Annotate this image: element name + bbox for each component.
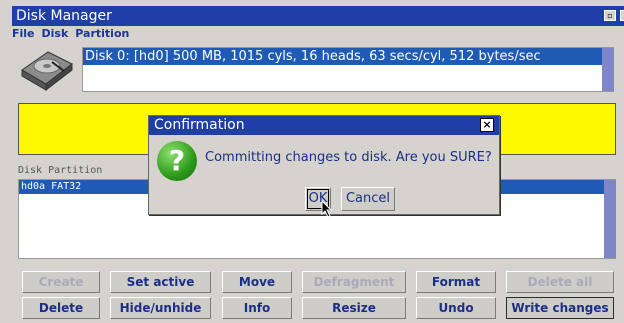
write-changes-button[interactable]: Write changes	[506, 297, 614, 319]
defragment-button[interactable]: Defragment	[302, 271, 406, 293]
question-icon: ?	[157, 141, 197, 181]
menubar: File Disk Partition	[12, 26, 136, 42]
dialog-title: Confirmation	[149, 116, 499, 135]
window-title: Disk Manager	[16, 8, 112, 24]
disk-row-selected[interactable]: Disk 0: [hd0] 500 MB, 1015 cyls, 16 head…	[83, 48, 613, 65]
set-active-button[interactable]: Set active	[110, 271, 211, 293]
window-minimize-button[interactable]: ▫	[604, 10, 616, 21]
create-button[interactable]: Create	[22, 271, 100, 293]
partition-list-label: Disk Partition	[18, 165, 103, 176]
menu-partition[interactable]: Partition	[75, 27, 129, 40]
window-close-button[interactable]	[620, 10, 624, 21]
dialog-title-text: Confirmation	[154, 117, 245, 133]
delete-all-button[interactable]: Delete all	[506, 271, 614, 293]
partition-list-scrollbar[interactable]	[604, 180, 616, 258]
cancel-button[interactable]: Cancel	[341, 187, 395, 211]
disk-list-scrollbar[interactable]	[602, 48, 614, 91]
dialog-message: Committing changes to disk. Are you SURE…	[205, 150, 492, 165]
menu-disk[interactable]: Disk	[42, 27, 69, 40]
window-titlebar: Disk Manager ▫	[12, 6, 624, 26]
undo-button[interactable]: Undo	[416, 297, 496, 319]
mouse-cursor-icon	[321, 200, 333, 218]
info-button[interactable]: Info	[222, 297, 292, 319]
resize-button[interactable]: Resize	[302, 297, 406, 319]
hard-disk-icon	[21, 51, 73, 92]
close-icon[interactable]: ×	[480, 118, 494, 132]
disk-list[interactable]: Disk 0: [hd0] 500 MB, 1015 cyls, 16 head…	[82, 47, 614, 92]
move-button[interactable]: Move	[222, 271, 292, 293]
format-button[interactable]: Format	[416, 271, 496, 293]
delete-button[interactable]: Delete	[22, 297, 100, 319]
menu-file[interactable]: File	[12, 27, 35, 40]
hide-unhide-button[interactable]: Hide/unhide	[110, 297, 211, 319]
